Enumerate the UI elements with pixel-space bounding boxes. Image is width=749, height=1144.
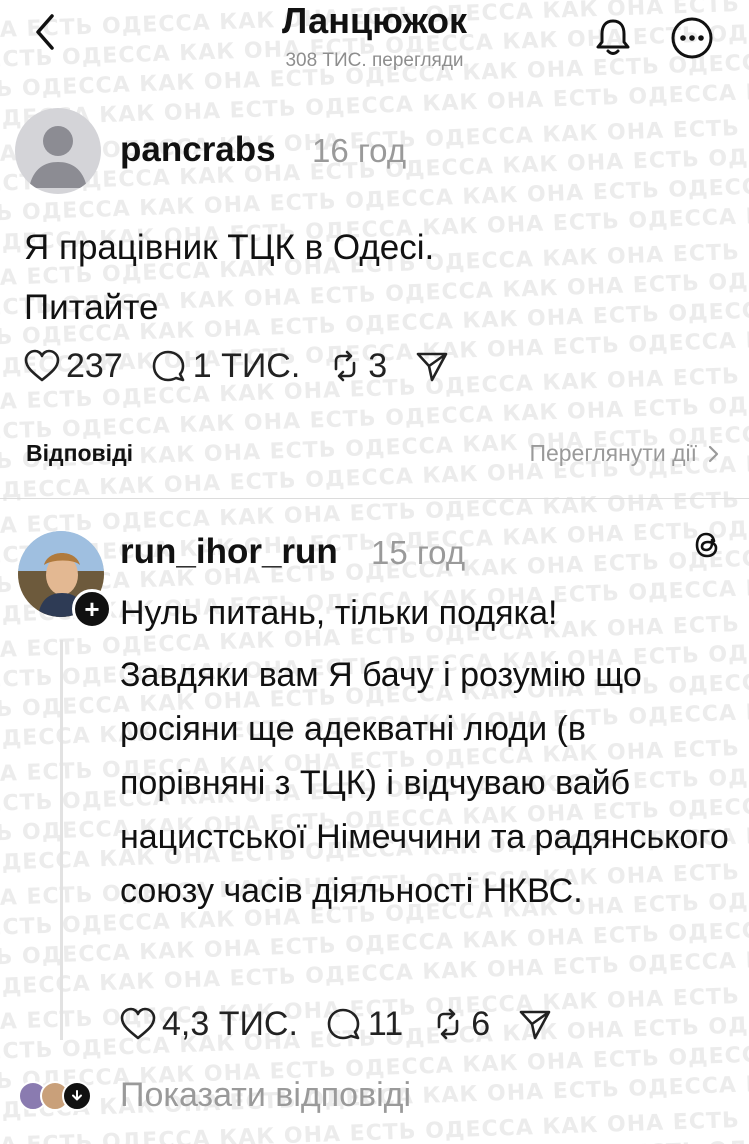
like-count: 4,3 ТИС. <box>162 1004 298 1043</box>
post-text: Я працівник ТЦК в Одесі. Питайте <box>24 218 724 338</box>
thread-line <box>60 640 63 1040</box>
heart-icon <box>120 1007 156 1040</box>
more-icon[interactable] <box>668 14 716 62</box>
heart-icon <box>24 349 60 382</box>
comment-icon <box>327 1008 360 1040</box>
share-button[interactable] <box>415 349 455 383</box>
post-text-line: Я працівник ТЦК в Одесі. <box>24 228 435 267</box>
replies-heading: Відповіді <box>26 440 134 466</box>
view-actions-link[interactable]: Переглянути дії <box>529 440 723 467</box>
comment-icon <box>152 350 185 382</box>
comment-button[interactable]: 11 <box>326 1005 403 1044</box>
reply-time: 15 год <box>371 534 466 571</box>
show-replies-label: Показати відповіді <box>120 1076 412 1114</box>
follow-plus-icon[interactable]: + <box>72 589 112 629</box>
share-icon <box>416 352 448 382</box>
post-author[interactable]: pancrabs <box>120 130 276 170</box>
comment-count: 1 ТИС. <box>192 346 301 385</box>
bell-icon[interactable] <box>590 14 636 60</box>
like-button[interactable]: 237 <box>24 347 123 386</box>
reply-text: Нуль питань, тільки подяка! Завдяки вам … <box>120 586 730 926</box>
comment-count: 11 <box>367 1004 404 1043</box>
reply-paragraph: Нуль питань, тільки подяка! <box>120 594 558 632</box>
chevron-right-icon <box>708 445 719 462</box>
download-icon <box>62 1080 92 1111</box>
reply-actions: 4,3 ТИС. 11 6 <box>120 1004 586 1044</box>
repost-icon <box>334 350 356 382</box>
repost-count: 6 <box>471 1004 491 1043</box>
view-count: 308 ТИС. перегляди <box>285 50 464 71</box>
reply-author[interactable]: run_ihor_run <box>120 532 338 572</box>
like-button[interactable]: 4,3 ТИС. <box>120 1005 298 1044</box>
page-title: Ланцюжок <box>282 0 467 41</box>
repost-icon <box>437 1008 459 1040</box>
comment-button[interactable]: 1 ТИС. <box>151 346 301 386</box>
share-icon <box>519 1010 551 1040</box>
post-time: 16 год <box>312 132 407 169</box>
post-text-line: Питайте <box>24 288 159 327</box>
repost-button[interactable]: 3 <box>328 347 387 386</box>
show-replies-button[interactable]: Показати відповіді <box>18 1076 411 1115</box>
repost-count: 3 <box>368 346 388 385</box>
repost-button[interactable]: 6 <box>431 1005 490 1044</box>
threads-icon <box>695 532 718 558</box>
post-actions: 237 1 ТИС. 3 <box>24 346 483 386</box>
avatar[interactable] <box>15 108 101 194</box>
default-avatar-icon <box>29 126 87 188</box>
view-actions-label: Переглянути дії <box>529 440 697 466</box>
reply-paragraph: Завдяки вам Я бачу і розумію що росіяни … <box>120 656 729 910</box>
like-count: 237 <box>66 346 123 385</box>
divider <box>0 498 749 499</box>
share-button[interactable] <box>518 1007 558 1041</box>
